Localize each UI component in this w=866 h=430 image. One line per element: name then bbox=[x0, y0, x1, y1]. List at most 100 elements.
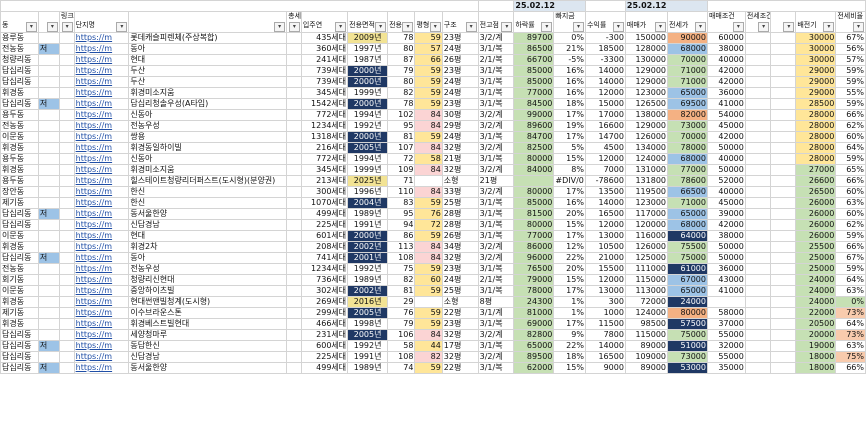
empty-cell[interactable] bbox=[286, 230, 302, 242]
empty-cell[interactable] bbox=[286, 340, 302, 352]
cell-units[interactable]: 736세대 bbox=[300, 274, 349, 286]
cell-ratio[interactable]: 64% bbox=[835, 142, 866, 154]
cell-pyeong[interactable]: 32평 bbox=[441, 164, 479, 176]
cell-jeonse[interactable]: 38000 bbox=[706, 230, 746, 242]
cell-ratio[interactable]: 66% bbox=[835, 109, 866, 121]
cell-ratio[interactable]: 59% bbox=[835, 65, 866, 77]
cell-link[interactable]: https://m bbox=[73, 252, 130, 264]
cell-pyeong[interactable]: 24평 bbox=[441, 274, 479, 286]
cell-bj[interactable]: 24000 bbox=[795, 285, 837, 297]
cell-peak[interactable]: 79000 bbox=[513, 274, 555, 286]
cell-sale[interactable]: 75000 bbox=[667, 252, 708, 264]
cell-ratio[interactable]: 62% bbox=[835, 219, 866, 231]
cell-name[interactable]: 휘경베스트빌현대 bbox=[128, 318, 288, 330]
cell-yield[interactable]: 98500 bbox=[624, 318, 669, 330]
cell-year[interactable]: 1992년 bbox=[347, 120, 389, 132]
cell-diff[interactable]: 13500 bbox=[584, 186, 626, 198]
column-header-20[interactable]: 배전기 ▾ bbox=[795, 11, 837, 33]
cell-diff[interactable]: -300 bbox=[584, 32, 626, 44]
filter-dropdown-icon[interactable]: ▾ bbox=[655, 22, 666, 32]
cell-link[interactable]: https://m bbox=[73, 241, 130, 253]
cell-struct[interactable]: 3/2/계 bbox=[477, 329, 515, 341]
cell-pyeong[interactable]: 17평 bbox=[441, 340, 479, 352]
cell-link[interactable]: https://m bbox=[73, 32, 130, 44]
column-header-18[interactable]: 전세조건 ▾ bbox=[744, 11, 772, 33]
cell-name[interactable]: 두산 bbox=[128, 65, 288, 77]
cell-pyeong[interactable]: 26평 bbox=[441, 230, 479, 242]
cell-diff[interactable]: 7000 bbox=[584, 164, 626, 176]
cell-c1[interactable] bbox=[744, 175, 772, 187]
cell-drop[interactable]: 15% bbox=[553, 219, 586, 231]
cell-bj[interactable]: 26000 bbox=[795, 219, 837, 231]
cell-yield[interactable]: 116000 bbox=[624, 230, 669, 242]
cell-t[interactable]: 저 bbox=[37, 98, 60, 110]
empty-cell[interactable] bbox=[58, 307, 75, 319]
cell-c2[interactable] bbox=[770, 76, 797, 88]
cell-peak[interactable]: 84000 bbox=[513, 164, 555, 176]
cell-yield[interactable]: 109000 bbox=[624, 351, 669, 363]
cell-year[interactable]: 1999년 bbox=[347, 87, 389, 99]
cell-ratio[interactable]: 63% bbox=[835, 285, 866, 297]
cell-dong[interactable]: 이문동 bbox=[0, 131, 39, 143]
cell-link[interactable]: https://m bbox=[73, 362, 130, 374]
cell-drop[interactable]: 0% bbox=[553, 32, 586, 44]
cell-drop[interactable]: 5% bbox=[553, 142, 586, 154]
cell-c2[interactable] bbox=[770, 109, 797, 121]
cell-year[interactable]: 1996년 bbox=[347, 186, 389, 198]
cell-t[interactable] bbox=[37, 32, 60, 44]
cell-struct[interactable]: 3/1/복 bbox=[477, 153, 515, 165]
empty-cell[interactable] bbox=[58, 76, 75, 88]
cell-c2[interactable] bbox=[770, 142, 797, 154]
cell-struct[interactable]: 3/2/계 bbox=[477, 32, 515, 44]
cell-c2[interactable] bbox=[770, 307, 797, 319]
cell-yield[interactable]: 125000 bbox=[624, 252, 669, 264]
cell-year[interactable]: 2000년 bbox=[347, 230, 389, 242]
cell-c1[interactable] bbox=[744, 252, 772, 264]
cell-units[interactable]: 739세대 bbox=[300, 76, 349, 88]
cell-t[interactable] bbox=[37, 307, 60, 319]
cell-ratio[interactable]: 63% bbox=[835, 197, 866, 209]
empty-cell[interactable] bbox=[58, 318, 75, 330]
cell-dong[interactable]: 전농동 bbox=[0, 43, 39, 55]
cell-area[interactable]: 80 bbox=[387, 76, 416, 88]
cell-sale[interactable]: 75000 bbox=[667, 329, 708, 341]
cell-peak[interactable]: 84700 bbox=[513, 131, 555, 143]
empty-cell[interactable] bbox=[58, 263, 75, 275]
cell-py[interactable]: 59 bbox=[414, 32, 443, 44]
cell-dong[interactable]: 전농동 bbox=[0, 120, 39, 132]
cell-units[interactable]: 739세대 bbox=[300, 65, 349, 77]
cell-name[interactable]: 롯데캐슬피렌체(주상복합) bbox=[128, 32, 288, 44]
cell-dong[interactable]: 장안동 bbox=[0, 186, 39, 198]
cell-year[interactable]: 2002년 bbox=[347, 285, 389, 297]
cell-link[interactable]: https://m bbox=[73, 153, 130, 165]
cell-drop[interactable]: 17% bbox=[553, 285, 586, 297]
cell-units[interactable]: 269세대 bbox=[300, 296, 349, 308]
cell-sale[interactable]: 66500 bbox=[667, 186, 708, 198]
cell-dong[interactable]: 청량리동 bbox=[0, 54, 39, 66]
cell-peak[interactable]: 85000 bbox=[513, 65, 555, 77]
cell-pyeong[interactable]: 21평 bbox=[441, 153, 479, 165]
filter-dropdown-icon[interactable]: ▾ bbox=[572, 22, 584, 32]
cell-py[interactable]: 59 bbox=[414, 87, 443, 99]
cell-dong[interactable]: 답십리동 bbox=[0, 351, 39, 363]
empty-cell[interactable] bbox=[286, 164, 302, 176]
cell-area[interactable]: 87 bbox=[387, 54, 416, 66]
cell-jeonse[interactable]: 41000 bbox=[706, 285, 746, 297]
cell-py[interactable]: 59 bbox=[414, 98, 443, 110]
cell-struct[interactable]: 3/1/복 bbox=[477, 76, 515, 88]
cell-drop[interactable]: 17% bbox=[553, 131, 586, 143]
cell-py[interactable]: 84 bbox=[414, 241, 443, 253]
cell-struct[interactable]: 21평 bbox=[477, 175, 515, 187]
cell-py[interactable]: 84 bbox=[414, 142, 443, 154]
cell-year[interactable]: 2025년 bbox=[347, 175, 389, 187]
empty-cell[interactable] bbox=[286, 153, 302, 165]
cell-units[interactable]: 1542세대 bbox=[300, 98, 349, 110]
cell-name[interactable]: 한신 bbox=[128, 197, 288, 209]
cell-area[interactable]: 80 bbox=[387, 43, 416, 55]
cell-name[interactable]: 현대 bbox=[128, 230, 288, 242]
cell-area[interactable]: 29 bbox=[387, 296, 416, 308]
cell-bj[interactable]: 26000 bbox=[795, 230, 837, 242]
cell-peak[interactable]: 66700 bbox=[513, 54, 555, 66]
cell-pyeong[interactable]: 32평 bbox=[441, 252, 479, 264]
empty-cell[interactable] bbox=[58, 43, 75, 55]
